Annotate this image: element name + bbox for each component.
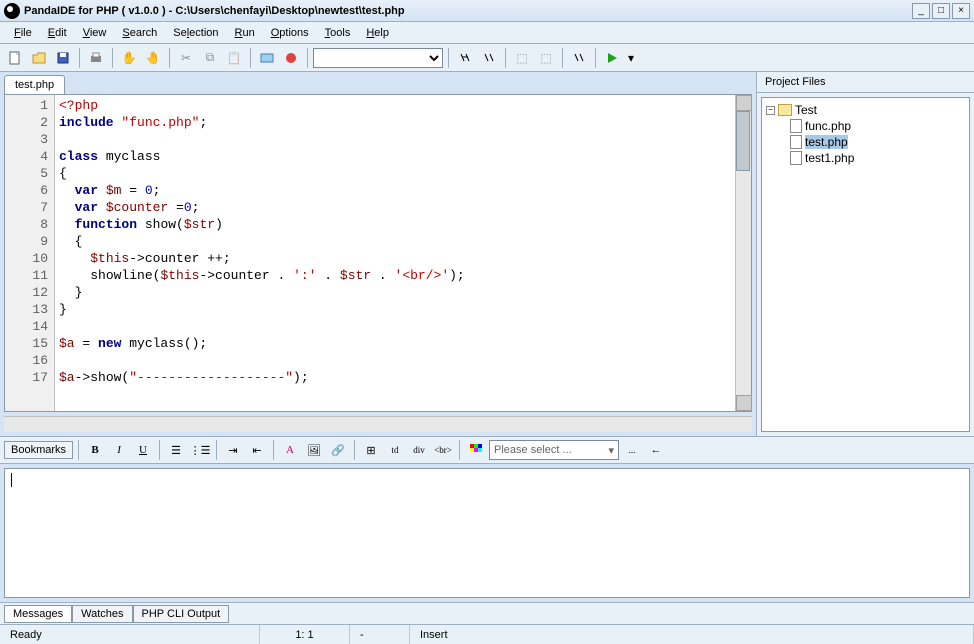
toolbar-separator [505, 48, 506, 68]
menubar: File Edit View Search Selection Run Opti… [0, 22, 974, 44]
tree-file-test[interactable]: test.php [790, 134, 965, 150]
find-prev-button[interactable]: ⬚ [511, 47, 533, 69]
code-area[interactable]: <?php include "func.php"; class myclass … [55, 95, 735, 411]
status-dash: - [350, 625, 410, 644]
format-toolbar: Bookmarks B I U ☰ ⋮☰ ⇥ ⇤ A 🖼 🔗 ⊞ td div … [0, 436, 974, 464]
find-in-files-button[interactable] [568, 47, 590, 69]
tab-watches[interactable]: Watches [72, 605, 132, 623]
image-button[interactable]: 🖼 [303, 439, 325, 461]
menu-options[interactable]: Options [263, 25, 317, 41]
editor-pane: test.php 1234567891011121314151617 <?php… [0, 72, 756, 436]
table-button[interactable]: ⊞ [360, 439, 382, 461]
file-icon [790, 119, 802, 133]
br-button[interactable]: <br> [432, 439, 454, 461]
ordered-list-button[interactable]: ☰ [165, 439, 187, 461]
toolbar-separator [250, 48, 251, 68]
app-icon [4, 3, 20, 19]
bookmarks-button[interactable]: Bookmarks [4, 441, 73, 459]
output-textarea[interactable] [4, 468, 970, 598]
hand-tool-button[interactable]: ✋ [118, 47, 140, 69]
file-icon [790, 151, 802, 165]
copy-button[interactable]: ⧉ [199, 47, 221, 69]
toolbar-separator [595, 48, 596, 68]
editor[interactable]: 1234567891011121314151617 <?php include … [4, 94, 752, 412]
menu-edit[interactable]: Edit [40, 25, 75, 41]
toolbar-separator [562, 48, 563, 68]
statusbar: Ready 1: 1 - Insert [0, 624, 974, 644]
new-file-button[interactable] [4, 47, 26, 69]
menu-run[interactable]: Run [227, 25, 263, 41]
print-button[interactable] [85, 47, 107, 69]
tab-php-cli[interactable]: PHP CLI Output [133, 605, 230, 623]
run-drop-button[interactable]: ▾ [625, 47, 637, 69]
save-button[interactable] [52, 47, 74, 69]
color-picker-button[interactable] [465, 439, 487, 461]
link-button[interactable]: 🔗 [327, 439, 349, 461]
window-controls: _ □ × [912, 3, 970, 19]
editor-tabs: test.php [0, 72, 756, 94]
find-button[interactable] [454, 47, 476, 69]
find-next-button[interactable] [478, 47, 500, 69]
tab-messages[interactable]: Messages [4, 605, 72, 623]
outdent-button[interactable]: ⇤ [246, 439, 268, 461]
project-panel-title: Project Files [757, 72, 974, 93]
menu-selection[interactable]: Selection [165, 25, 226, 41]
toolbar-separator [448, 48, 449, 68]
more-button[interactable]: ... [621, 439, 643, 461]
window-title: PandaIDE for PHP ( v1.0.0 ) - C:\Users\c… [24, 5, 912, 17]
tree-root[interactable]: − Test [766, 102, 965, 118]
menu-help[interactable]: Help [358, 25, 397, 41]
status-insert: Insert [410, 625, 974, 644]
vertical-scrollbar[interactable] [735, 95, 751, 411]
toolbar-separator [169, 48, 170, 68]
status-position: 1: 1 [260, 625, 350, 644]
div-button[interactable]: div [408, 439, 430, 461]
file-icon [790, 135, 802, 149]
editor-tab-test[interactable]: test.php [4, 75, 65, 94]
horizontal-scrollbar[interactable] [4, 416, 752, 432]
paste-button[interactable]: 📋 [223, 47, 245, 69]
toolbar-separator [307, 48, 308, 68]
template-select[interactable]: Please select ...▾ [489, 440, 619, 460]
project-tree[interactable]: − Test func.php test.php test1.php [761, 97, 970, 432]
maximize-button[interactable]: □ [932, 3, 950, 19]
menu-file[interactable]: File [6, 25, 40, 41]
comment-button[interactable] [256, 47, 278, 69]
replace-button[interactable]: ⬚ [535, 47, 557, 69]
run-button[interactable] [601, 47, 623, 69]
toolbar-separator [79, 48, 80, 68]
close-button[interactable]: × [952, 3, 970, 19]
line-number-gutter: 1234567891011121314151617 [5, 95, 55, 411]
menu-tools[interactable]: Tools [317, 25, 359, 41]
menu-search[interactable]: Search [114, 25, 165, 41]
main-area: test.php 1234567891011121314151617 <?php… [0, 72, 974, 436]
underline-button[interactable]: U [132, 439, 154, 461]
cut-button[interactable]: ✂ [175, 47, 197, 69]
toolbar-separator [112, 48, 113, 68]
hand-tool2-button[interactable]: 🤚 [142, 47, 164, 69]
menu-view[interactable]: View [75, 25, 115, 41]
tree-file-test1[interactable]: test1.php [790, 150, 965, 166]
bold-button[interactable]: B [84, 439, 106, 461]
bottom-tabs: Messages Watches PHP CLI Output [0, 602, 974, 624]
toolbar: ✋ 🤚 ✂ ⧉ 📋 ⬚ ⬚ ▾ [0, 44, 974, 72]
td-button[interactable]: td [384, 439, 406, 461]
uncomment-button[interactable] [280, 47, 302, 69]
italic-button[interactable]: I [108, 439, 130, 461]
collapse-icon[interactable]: − [766, 106, 775, 115]
titlebar: PandaIDE for PHP ( v1.0.0 ) - C:\Users\c… [0, 0, 974, 22]
back-button[interactable]: ← [645, 439, 667, 461]
search-combo[interactable] [313, 48, 443, 68]
tree-file-func[interactable]: func.php [790, 118, 965, 134]
indent-button[interactable]: ⇥ [222, 439, 244, 461]
status-ready: Ready [0, 625, 260, 644]
folder-icon [778, 104, 792, 116]
font-color-button[interactable]: A [279, 439, 301, 461]
unordered-list-button[interactable]: ⋮☰ [189, 439, 211, 461]
project-panel: Project Files − Test func.php test.php t… [756, 72, 974, 436]
open-file-button[interactable] [28, 47, 50, 69]
minimize-button[interactable]: _ [912, 3, 930, 19]
